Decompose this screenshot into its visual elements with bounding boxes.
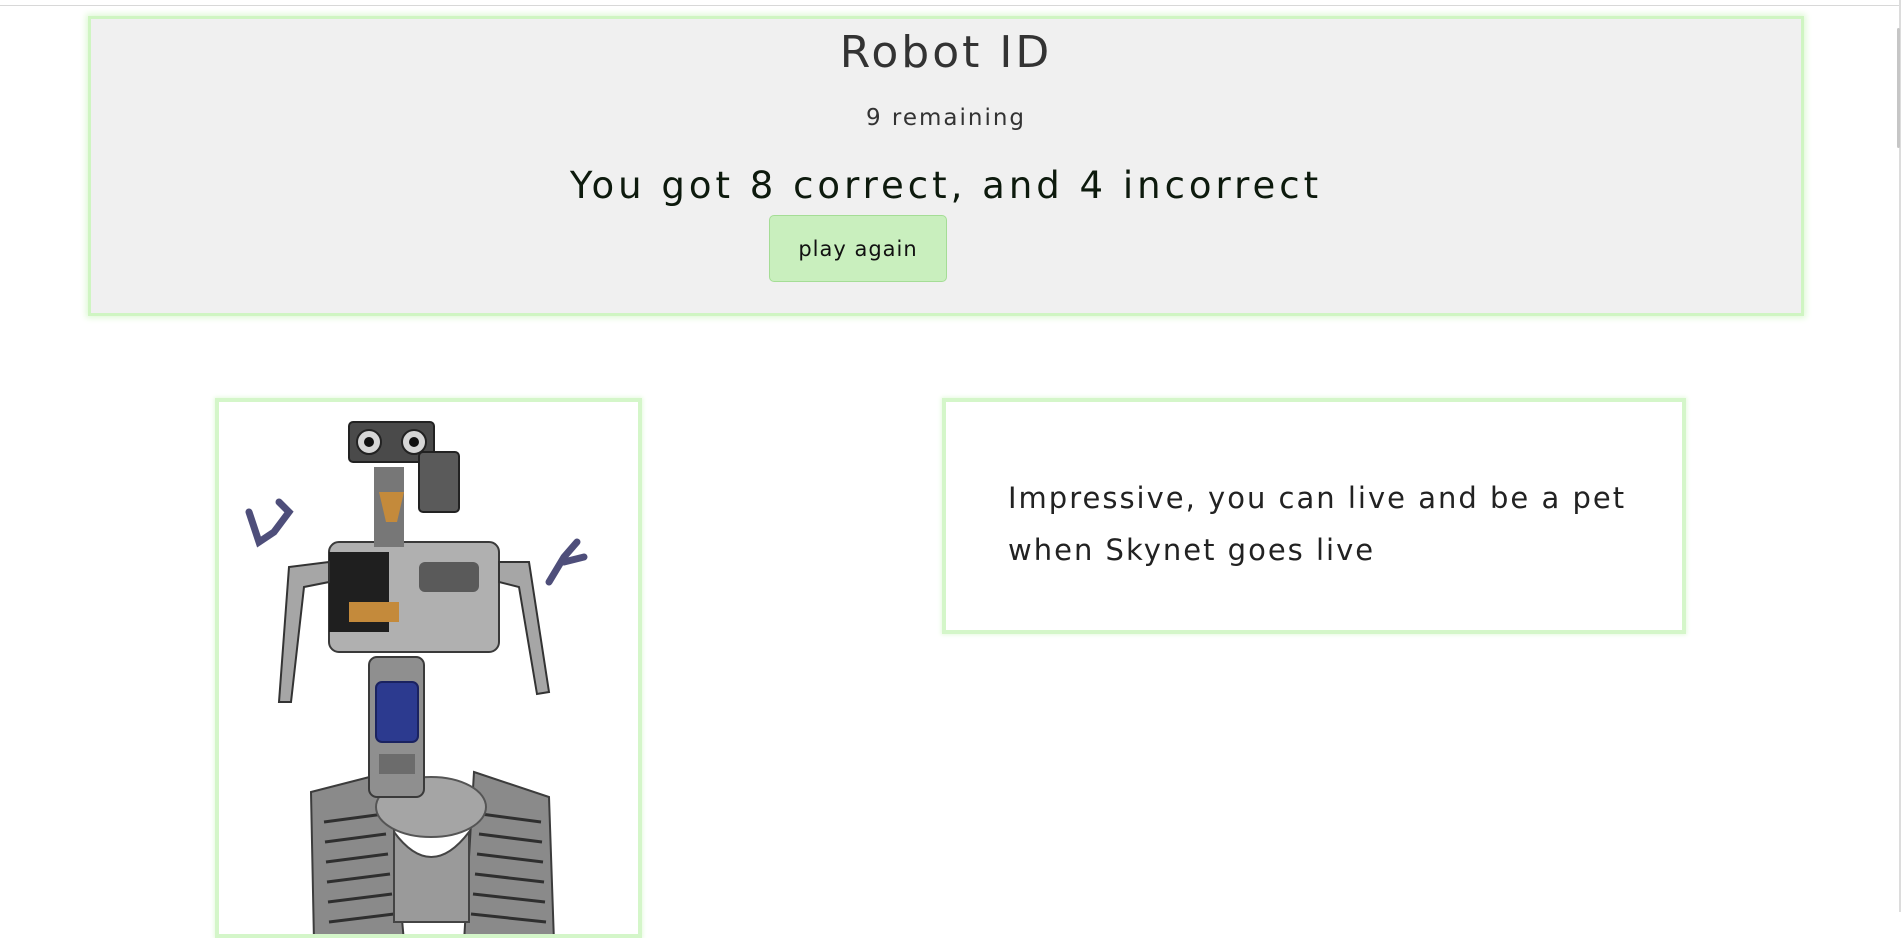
robot-image xyxy=(245,421,588,934)
robot-body xyxy=(328,467,500,798)
page-title: Robot ID xyxy=(839,27,1053,78)
robot-treads xyxy=(309,770,555,934)
remaining-count: 9 remaining xyxy=(865,105,1027,131)
result-message: Impressive, you can live and be a pet wh… xyxy=(1008,481,1627,567)
browser-top-edge xyxy=(0,0,1901,6)
play-again-button[interactable]: play again xyxy=(769,215,947,282)
result-message-card: Impressive, you can live and be a pet wh… xyxy=(942,398,1686,634)
score-summary: You got 8 correct, and 4 incorrect xyxy=(569,164,1323,207)
robot-image-card xyxy=(215,398,642,938)
scrollbar-thumb[interactable] xyxy=(1897,28,1900,148)
